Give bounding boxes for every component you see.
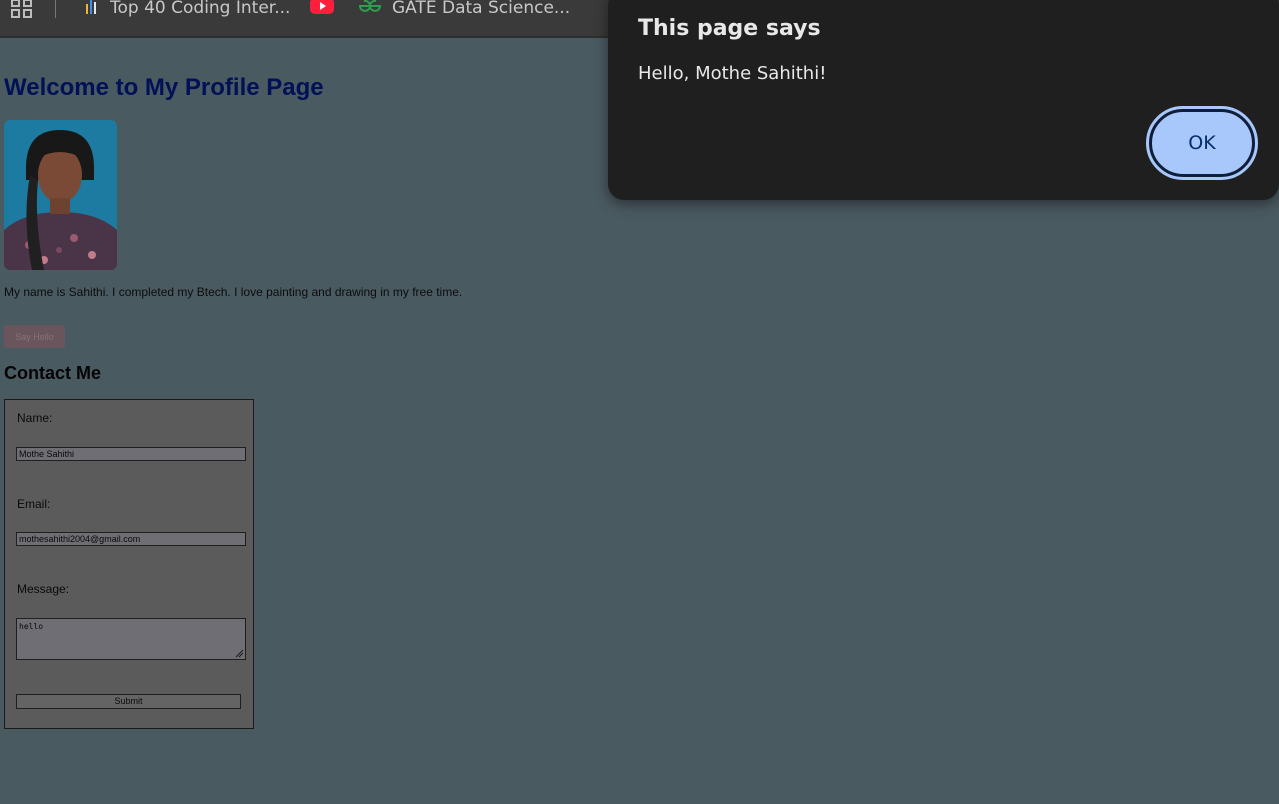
message-label: Message:: [17, 582, 70, 596]
contact-heading: Contact Me: [4, 363, 102, 383]
alert-dialog: This page says Hello, Mothe Sahithi! OK: [608, 0, 1279, 200]
message-text: hello: [19, 622, 44, 631]
bar-chart-icon: [84, 0, 100, 21]
resize-grip-icon[interactable]: [235, 649, 244, 658]
bookmark-top-40-coding[interactable]: Top 40 Coding Inter...: [84, 0, 290, 20]
dialog-title: This page says: [638, 16, 821, 41]
contact-form: Name: Mothe Sahithi Email: mothesahithi2…: [4, 399, 254, 729]
message-textarea[interactable]: hello: [16, 618, 246, 660]
name-label: Name:: [17, 411, 53, 425]
profile-photo: [4, 120, 117, 270]
apps-grid-icon[interactable]: [11, 0, 33, 18]
dialog-message: Hello, Mothe Sahithi!: [638, 63, 827, 84]
submit-button[interactable]: Submit: [16, 694, 241, 709]
bookmark-label: Top 40 Coding Inter...: [110, 0, 291, 18]
name-field[interactable]: Mothe Sahithi: [16, 447, 246, 461]
youtube-icon: [310, 0, 334, 20]
geeksforgeeks-icon: [358, 0, 382, 19]
bookmark-youtube[interactable]: [310, 0, 334, 20]
bookmark-gate-data-science[interactable]: GATE Data Science...: [358, 0, 570, 20]
page-title: Welcome to My Profile Page: [4, 74, 324, 101]
email-field[interactable]: mothesahithi2004@gmail.com: [16, 532, 246, 546]
bio-text: My name is Sahithi. I completed my Btech…: [4, 285, 463, 299]
email-label: Email:: [17, 497, 51, 511]
bookmark-label: GATE Data Science...: [392, 0, 571, 18]
say-hello-button[interactable]: Say Hello: [4, 325, 65, 348]
bookmarks-divider: [55, 0, 56, 18]
ok-button[interactable]: OK: [1146, 106, 1258, 180]
